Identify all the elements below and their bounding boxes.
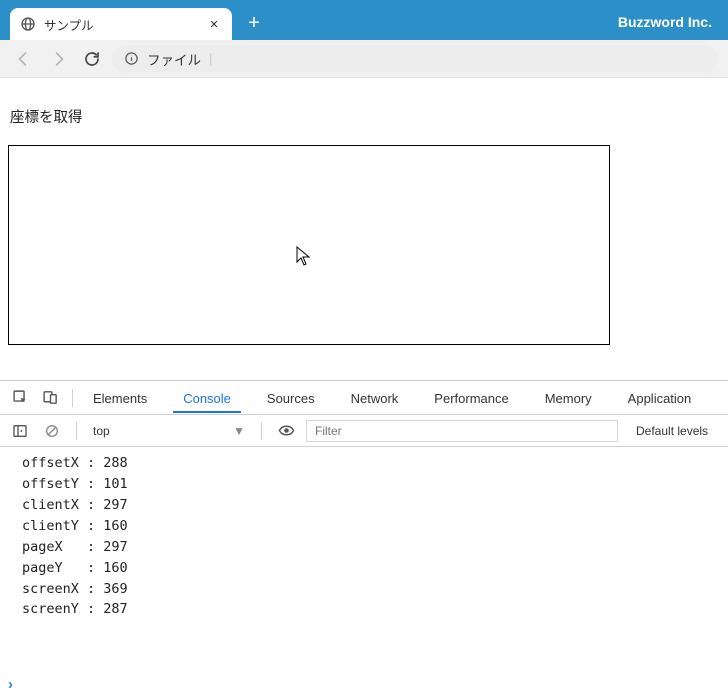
page-heading: 座標を取得 [10, 106, 720, 127]
tab-strip: サンプル × + [0, 0, 618, 40]
omnibox-separator: | [209, 51, 213, 66]
devtools-tabbar: Elements Console Sources Network Performance… [0, 381, 728, 415]
browser-titlebar: サンプル × + Buzzword Inc. [0, 0, 728, 40]
log-levels-selector[interactable]: Default levels [626, 424, 708, 438]
inspect-element-icon[interactable] [8, 386, 32, 410]
context-selector[interactable]: top ▼ [89, 424, 249, 438]
console-line: screenX : 369 [22, 579, 724, 600]
console-line: offsetY : 101 [22, 474, 724, 495]
devtools-tab-console[interactable]: Console [173, 383, 241, 413]
page-viewport: 座標を取得 [0, 78, 728, 380]
omnibox[interactable]: ファイル | [112, 45, 718, 73]
console-line: offsetX : 288 [22, 453, 724, 474]
console-toolbar: top ▼ Default levels [0, 415, 728, 447]
console-line: clientX : 297 [22, 495, 724, 516]
console-sidebar-toggle-icon[interactable] [8, 419, 32, 443]
devtools-tab-application[interactable]: Application [618, 383, 702, 413]
omnibox-text: ファイル [147, 49, 201, 69]
info-icon [124, 51, 139, 66]
devtools-panel: Elements Console Sources Network Performance… [0, 380, 728, 700]
divider [76, 422, 77, 440]
address-bar: ファイル | [0, 40, 728, 78]
chevron-down-icon: ▼ [233, 424, 245, 438]
context-selector-value: top [93, 424, 110, 438]
tab-title: サンプル [44, 15, 198, 34]
console-line: pageY : 160 [22, 558, 724, 579]
new-tab-button[interactable]: + [240, 9, 268, 37]
divider [261, 422, 262, 440]
console-output: offsetX : 288offsetY : 101clientX : 297c… [0, 447, 728, 672]
devtools-tab-memory[interactable]: Memory [535, 383, 602, 413]
clear-console-icon[interactable] [40, 419, 64, 443]
devtools-tab-sources[interactable]: Sources [257, 383, 325, 413]
browser-tab[interactable]: サンプル × [10, 8, 232, 40]
console-line: pageX : 297 [22, 537, 724, 558]
console-filter-input[interactable] [306, 420, 618, 442]
console-prompt[interactable]: › [0, 672, 728, 700]
cursor-icon [296, 246, 312, 266]
devtools-tab-performance[interactable]: Performance [424, 383, 518, 413]
console-line: screenY : 287 [22, 599, 724, 620]
devtools-tab-network[interactable]: Network [341, 383, 409, 413]
devtools-tab-elements[interactable]: Elements [83, 383, 157, 413]
back-button[interactable] [10, 45, 38, 73]
forward-button[interactable] [44, 45, 72, 73]
live-expression-icon[interactable] [274, 419, 298, 443]
console-line: clientY : 160 [22, 516, 724, 537]
brand-label: Buzzword Inc. [618, 14, 728, 40]
globe-icon [20, 16, 36, 32]
chevron-right-icon: › [8, 676, 13, 693]
reload-button[interactable] [78, 45, 106, 73]
divider [72, 389, 73, 407]
close-tab-icon[interactable]: × [206, 16, 222, 32]
device-toggle-icon[interactable] [38, 386, 62, 410]
coordinate-capture-box[interactable] [8, 145, 610, 345]
